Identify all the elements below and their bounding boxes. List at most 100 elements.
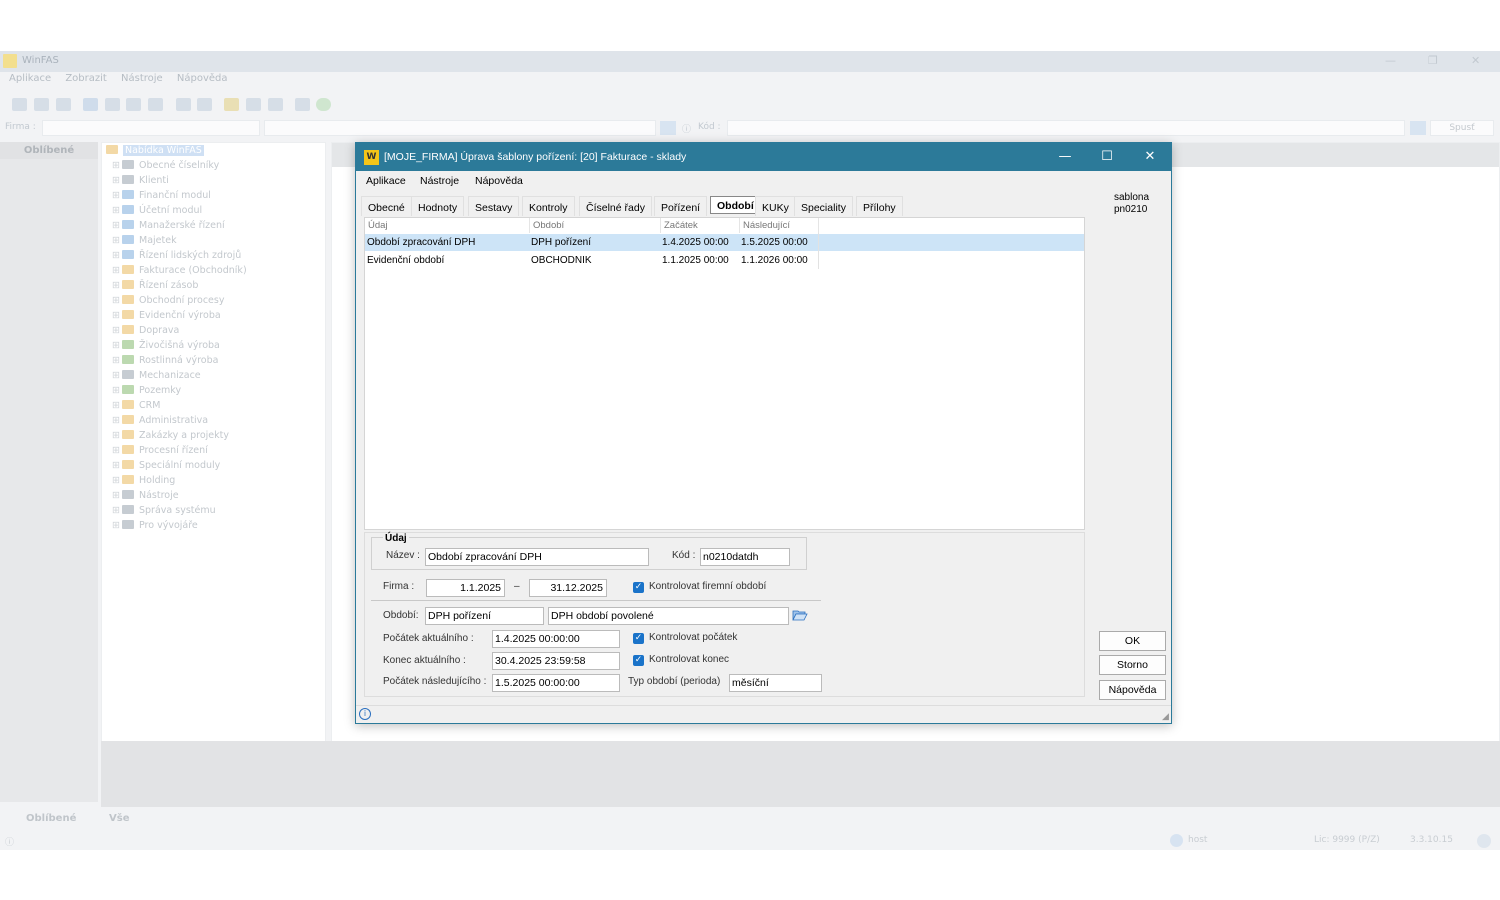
- tree-item[interactable]: ⊞ Administrativa: [112, 415, 208, 430]
- expand-icon[interactable]: ⊞: [112, 340, 120, 351]
- expand-icon[interactable]: ⊞: [112, 415, 120, 426]
- expand-icon[interactable]: ⊞: [112, 460, 120, 471]
- minimize-button[interactable]: —: [1050, 147, 1080, 167]
- help-icon[interactable]: [316, 98, 331, 111]
- tree-item[interactable]: ⊞ Speciální moduly: [112, 460, 220, 475]
- menu-aplikace[interactable]: Aplikace: [366, 175, 406, 187]
- tree-item[interactable]: ⊞ Živočišná výroba: [112, 340, 220, 355]
- expand-icon[interactable]: ⊞: [112, 325, 120, 336]
- storno-button[interactable]: Storno: [1099, 655, 1166, 675]
- layout-icon[interactable]: [12, 98, 27, 111]
- tree-item[interactable]: ⊞ CRM: [112, 400, 160, 415]
- up-icon[interactable]: [148, 98, 163, 111]
- tab-kontroly[interactable]: Kontroly: [522, 196, 575, 216]
- expand-icon[interactable]: ⊞: [112, 205, 120, 216]
- tree-item[interactable]: ⊞ Manažerské řízení: [112, 220, 225, 235]
- gear-icon[interactable]: [268, 98, 283, 111]
- expand-icon[interactable]: ⊞: [112, 490, 120, 501]
- bg-menu-zobrazit[interactable]: Zobrazit: [65, 73, 107, 84]
- star-icon[interactable]: [224, 98, 239, 111]
- tab-obdobi[interactable]: Období: [710, 196, 761, 214]
- tree-item[interactable]: ⊞ Procesní řízení: [112, 445, 208, 460]
- bg-open-icon[interactable]: [660, 121, 676, 135]
- list-icon[interactable]: [197, 98, 212, 111]
- tree-item[interactable]: ⊞ Správa systému: [112, 505, 216, 520]
- tree-item[interactable]: ⊞ Rostlinná výroba: [112, 355, 218, 370]
- kontrolovat-pocatek-checkbox[interactable]: ✓: [633, 633, 644, 644]
- expand-icon[interactable]: ⊞: [112, 355, 120, 366]
- folder-open-icon[interactable]: [792, 608, 808, 622]
- bg-firma-name-input[interactable]: [264, 120, 656, 136]
- sort-icon[interactable]: [176, 98, 191, 111]
- bg-status-help-icon[interactable]: [1477, 834, 1491, 848]
- tree-item[interactable]: ⊞ Holding: [112, 475, 175, 490]
- col-header-nasledujici[interactable]: Následující: [740, 218, 819, 233]
- obdobi-description-field[interactable]: DPH období povolené: [548, 607, 789, 625]
- layout2-icon[interactable]: [34, 98, 49, 111]
- expand-icon[interactable]: ⊞: [112, 190, 120, 201]
- bg-firma-input[interactable]: [42, 120, 260, 136]
- tree-root[interactable]: Nabídka WinFAS: [106, 145, 204, 160]
- tree-item[interactable]: ⊞ Evidenční výroba: [112, 310, 221, 325]
- pocatek-nasledujiciho-field[interactable]: 1.5.2025 00:00:00: [492, 674, 620, 692]
- bg-menu-nastroje[interactable]: Nástroje: [121, 73, 163, 84]
- tab-porizeni[interactable]: Pořízení: [654, 196, 708, 216]
- dash-icon[interactable]: [246, 98, 261, 111]
- layout3-icon[interactable]: [56, 98, 71, 111]
- col-header-zacatek[interactable]: Začátek: [661, 218, 740, 233]
- kod-field[interactable]: n0210datdh: [700, 548, 790, 566]
- tree-item[interactable]: ⊞ Pozemky: [112, 385, 181, 400]
- tree-item[interactable]: ⊞ Klienti: [112, 175, 169, 190]
- tab-ciselne-rady[interactable]: Číselné řady: [579, 196, 652, 216]
- bg-kod-open-icon[interactable]: [1410, 121, 1426, 135]
- tree-item[interactable]: ⊞ Nástroje: [112, 490, 179, 505]
- expand-icon[interactable]: ⊞: [112, 400, 120, 411]
- bg-menu-aplikace[interactable]: Aplikace: [9, 73, 51, 84]
- expand-icon[interactable]: ⊞: [112, 385, 120, 396]
- close-button[interactable]: ✕: [1135, 147, 1165, 167]
- expand-icon[interactable]: ⊞: [112, 370, 120, 381]
- menu-nastroje[interactable]: Nástroje: [420, 175, 459, 187]
- tree-item[interactable]: ⊞ Fakturace (Obchodník): [112, 265, 247, 280]
- info-icon[interactable]: i: [359, 708, 371, 720]
- expand-icon[interactable]: ⊞: [112, 265, 120, 276]
- kontrolovat-firemni-checkbox[interactable]: ✓: [633, 582, 644, 593]
- tree-item[interactable]: ⊞ Řízení lidských zdrojů: [112, 250, 241, 265]
- tab-sestavy[interactable]: Sestavy: [468, 196, 520, 216]
- typ-obdobi-field[interactable]: měsíční: [729, 674, 822, 692]
- bg-menu-napoveda[interactable]: Nápověda: [177, 73, 228, 84]
- copy-icon[interactable]: [105, 98, 120, 111]
- nazev-field[interactable]: Období zpracování DPH: [425, 548, 649, 566]
- col-header-obdobi[interactable]: Období: [530, 218, 661, 233]
- table-row[interactable]: Evidenční období OBCHODNIK 1.1.2025 00:0…: [365, 252, 1084, 269]
- tree-item[interactable]: ⊞ Mechanizace: [112, 370, 201, 385]
- firma-from-field[interactable]: 1.1.2025: [426, 579, 505, 597]
- menu-napoveda[interactable]: Nápověda: [475, 175, 523, 187]
- monitor-icon[interactable]: [295, 98, 310, 111]
- tree-item[interactable]: ⊞ Účetní modul: [112, 205, 202, 220]
- tree-item[interactable]: ⊞ Majetek: [112, 235, 177, 250]
- bg-restore-icon[interactable]: ❐: [1428, 54, 1438, 67]
- bg-info-icon[interactable]: ⓘ: [682, 122, 691, 135]
- tree-item[interactable]: ⊞ Finanční modul: [112, 190, 211, 205]
- back-icon[interactable]: [83, 98, 98, 111]
- expand-icon[interactable]: ⊞: [112, 250, 120, 261]
- tree-item[interactable]: ⊞ Obchodní procesy: [112, 295, 224, 310]
- expand-icon[interactable]: ⊞: [112, 505, 120, 516]
- tab-kuky[interactable]: KUKy: [755, 196, 796, 216]
- expand-icon[interactable]: ⊞: [112, 295, 120, 306]
- col-header-udaj[interactable]: Údaj: [365, 218, 530, 233]
- bg-close-icon[interactable]: ✕: [1471, 54, 1480, 67]
- obdobi-field[interactable]: DPH pořízení: [425, 607, 544, 625]
- refresh-icon[interactable]: [126, 98, 141, 111]
- napoveda-button[interactable]: Nápověda: [1099, 680, 1166, 700]
- tree-item[interactable]: ⊞ Doprava: [112, 325, 179, 340]
- expand-icon[interactable]: ⊞: [112, 175, 120, 186]
- tree-item[interactable]: ⊞ Obecné číselníky: [112, 160, 219, 175]
- konec-aktualniho-field[interactable]: 30.4.2025 23:59:58: [492, 652, 620, 670]
- maximize-button[interactable]: ☐: [1092, 147, 1122, 167]
- expand-icon[interactable]: ⊞: [112, 430, 120, 441]
- expand-icon[interactable]: ⊞: [112, 235, 120, 246]
- expand-icon[interactable]: ⊞: [112, 160, 120, 171]
- bg-kod-input[interactable]: [727, 120, 1405, 136]
